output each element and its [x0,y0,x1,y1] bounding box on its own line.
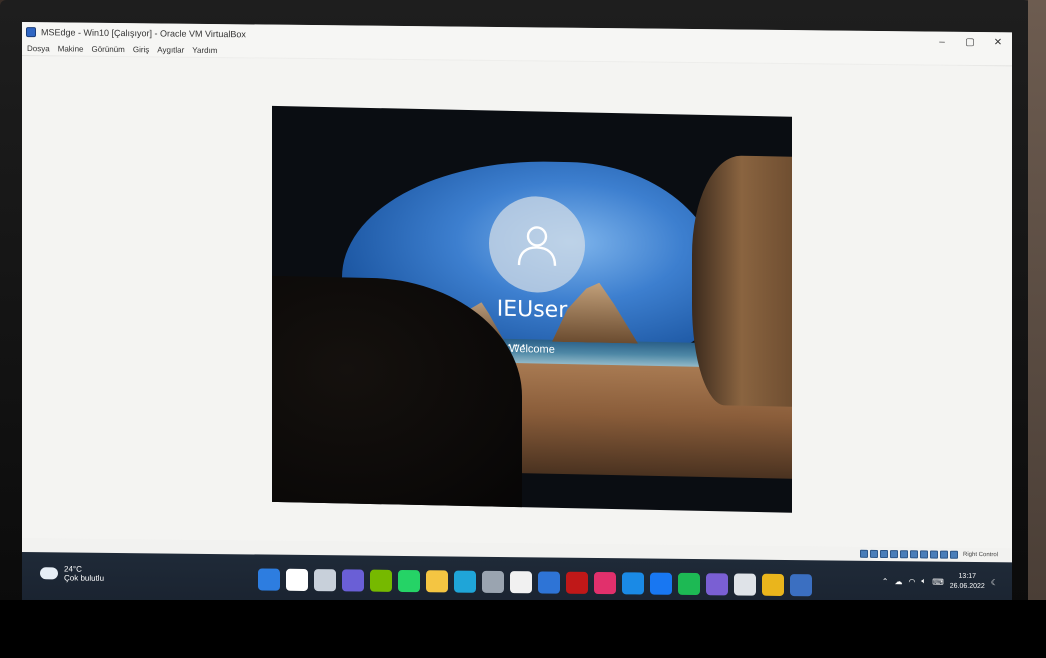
chevron-up-icon[interactable]: ⌃ [882,577,889,586]
menu-makine[interactable]: Makine [58,44,84,53]
weather-temperature: 24°C [64,564,82,574]
taskbar-apps [258,568,812,597]
mail-icon[interactable] [622,572,644,595]
settings-icon[interactable] [482,570,504,594]
user-avatar [489,195,585,294]
calendar-icon[interactable] [510,571,532,594]
weather-widget[interactable]: 24°C Çok bulutlu [40,564,104,583]
virtualbox-icon[interactable] [790,574,812,597]
teams-chat-icon[interactable] [342,569,364,592]
monitor-screen: MSEdge - Win10 [Çalışıyor] - Oracle VM V… [22,22,1012,613]
chrome-icon[interactable] [762,573,784,596]
wifi-icon[interactable]: ◠ [908,577,915,586]
menu-dosya[interactable]: Dosya [27,44,50,53]
cloud-icon [40,567,58,580]
usb-icon[interactable] [899,550,908,559]
recording-icon[interactable] [929,550,938,559]
guest-lock-screen[interactable]: IEUser • • • Welcome [272,105,792,513]
minimize-button[interactable]: – [928,36,956,47]
menu-giris[interactable]: Giriş [133,45,149,54]
menu-gorunum[interactable]: Görünüm [91,44,124,53]
shared-folders-icon[interactable] [909,550,918,559]
tray-app-icon[interactable]: ☁ [894,577,902,586]
display-icon[interactable] [919,550,928,559]
audio-icon[interactable] [879,549,888,559]
weather-text: 24°C Çok bulutlu [64,564,104,582]
maximize-button[interactable]: ▢ [956,36,984,47]
azure-icon[interactable] [538,571,560,594]
edge-icon[interactable] [454,570,476,593]
unity-icon[interactable] [734,573,756,596]
focus-assist-icon[interactable]: ☾ [991,578,998,587]
weather-description: Çok bulutlu [64,573,105,583]
task-view-icon[interactable] [314,569,336,592]
wallpaper-cave-wall-right [692,154,792,407]
facebook-icon[interactable] [650,572,672,595]
network-icon[interactable] [889,550,898,559]
virtualbox-app-icon [26,27,36,38]
hard-disk-icon[interactable] [859,549,868,558]
vm-viewport: IEUser • • • Welcome [22,56,1012,557]
foreground-dark [0,600,1046,658]
search-icon[interactable] [286,568,308,591]
mcafee-icon[interactable] [566,571,588,594]
system-tray: ⌃ ☁ ◠ 🔈︎ ⌨ 13:17 26.06.2022 ☾ [882,571,998,592]
instagram-icon[interactable] [594,571,616,595]
optical-drive-icon[interactable] [869,549,878,558]
clock-date: 26.06.2022 [949,582,985,591]
cpu-icon[interactable] [939,550,948,559]
window-controls: – ▢ ✕ [928,36,1012,48]
menu-aygitlar[interactable]: Aygıtlar [157,45,184,54]
menu-yardim[interactable]: Yardım [192,45,217,54]
clock[interactable]: 13:17 26.06.2022 [950,572,985,592]
file-explorer-icon[interactable] [426,570,448,593]
whatsapp-icon[interactable] [398,569,420,593]
clock-time: 13:17 [958,572,977,580]
user-icon [517,226,557,266]
volume-icon[interactable]: 🔈︎ [921,576,926,586]
close-button[interactable]: ✕ [984,37,1012,48]
nvidia-icon[interactable] [370,569,392,592]
spotify-icon[interactable] [678,572,700,596]
visual-studio-icon[interactable] [706,573,728,596]
start-icon[interactable] [258,568,280,591]
host-key-label: Right Control [962,551,998,559]
mouse-integration-icon[interactable] [949,550,958,559]
background-wall-right [1028,0,1046,605]
language-icon[interactable]: ⌨ [932,577,944,586]
